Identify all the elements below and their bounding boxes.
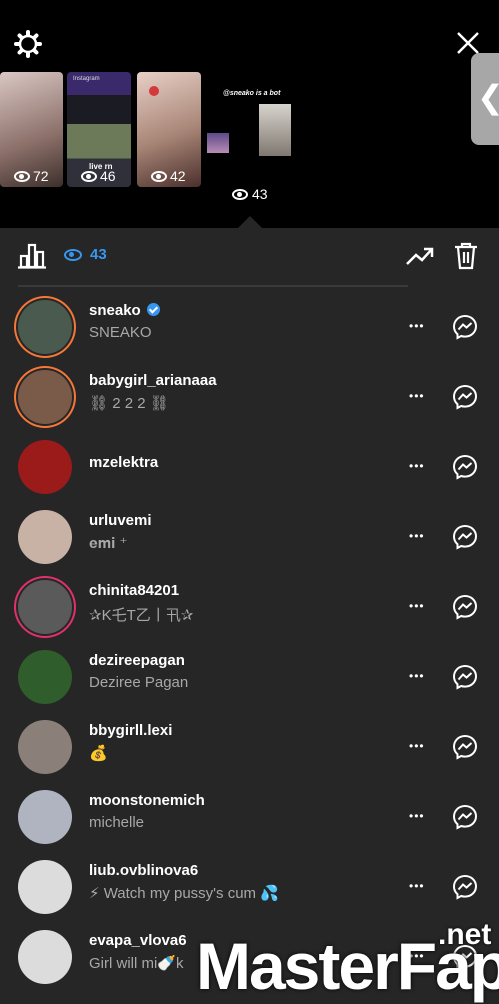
- viewer-fullname: ✰K乇T乙丨卂✰: [89, 607, 194, 624]
- thumbnail-caption: @sneako is a bot: [223, 90, 281, 97]
- more-options-icon[interactable]: •••: [409, 530, 425, 542]
- story-viewer-header: 72 Instagram live rn 46 42 @sneako is a …: [0, 0, 499, 228]
- insights-bar-chart-icon[interactable]: [18, 243, 46, 269]
- flower-decoration: [149, 86, 159, 96]
- more-options-icon[interactable]: •••: [409, 810, 425, 822]
- viewer-fullname: michelle: [89, 814, 145, 831]
- gear-icon[interactable]: [14, 30, 42, 58]
- viewer-username[interactable]: dezireepagan: [89, 652, 185, 669]
- viewer-username[interactable]: babygirl_arianaaa: [89, 372, 217, 389]
- avatar[interactable]: [18, 440, 72, 494]
- more-options-icon[interactable]: •••: [409, 390, 425, 402]
- selection-pointer: [238, 216, 262, 228]
- viewer-row[interactable]: sneako SNEAKO •••: [0, 292, 499, 362]
- avatar[interactable]: [18, 790, 72, 844]
- selected-story-view-count: 43: [232, 186, 268, 202]
- thumbnail-view-count: 42: [151, 168, 186, 184]
- viewer-username[interactable]: bbygirll.lexi: [89, 722, 172, 739]
- messenger-icon[interactable]: [452, 384, 478, 410]
- avatar[interactable]: [18, 370, 72, 424]
- trash-icon[interactable]: [454, 242, 478, 270]
- viewer-fullname: Girl will mi🍼k: [89, 955, 184, 972]
- avatar[interactable]: [18, 720, 72, 774]
- verified-badge-icon: [146, 303, 160, 316]
- story-thumbnail-selected[interactable]: @sneako is a bot: [203, 88, 295, 160]
- chevron-left-icon: ❮: [477, 81, 499, 113]
- avatar[interactable]: [18, 510, 72, 564]
- story-thumbnail[interactable]: 42: [137, 72, 201, 187]
- viewer-row[interactable]: urluvemi 𝐞𝐦𝐢 ⁺ •••: [0, 502, 499, 572]
- avatar[interactable]: [18, 860, 72, 914]
- viewer-row[interactable]: moonstonemich michelle •••: [0, 782, 499, 852]
- messenger-icon[interactable]: [452, 664, 478, 690]
- thumbnail-view-count: 46: [81, 168, 116, 184]
- side-panel-tab[interactable]: ❮: [471, 53, 499, 145]
- eye-icon: [14, 170, 30, 182]
- avatar[interactable]: [18, 650, 72, 704]
- messenger-icon[interactable]: [452, 804, 478, 830]
- viewer-username[interactable]: liub.ovblinova6: [89, 862, 198, 879]
- messenger-icon[interactable]: [452, 594, 478, 620]
- thumbnail-view-count: 72: [14, 168, 49, 184]
- viewer-row[interactable]: mzelektra •••: [0, 432, 499, 502]
- viewers-tab[interactable]: 43: [64, 246, 107, 263]
- viewer-row[interactable]: bbygirll.lexi 💰 •••: [0, 712, 499, 782]
- more-options-icon[interactable]: •••: [409, 600, 425, 612]
- viewer-row[interactable]: babygirl_arianaaa ⛓ 2 2 2 ⛓ •••: [0, 362, 499, 432]
- eye-icon: [81, 170, 97, 182]
- viewer-row[interactable]: liub.ovblinova6 ⚡ Watch my pussy's cum 💦 •…: [0, 852, 499, 922]
- thumbnail-photo: [207, 133, 229, 153]
- story-thumbnail[interactable]: 72: [0, 72, 63, 187]
- thumbnail-header-text: Instagram: [73, 76, 100, 82]
- more-options-icon[interactable]: •••: [409, 320, 425, 332]
- watermark-suffix: .net: [438, 918, 492, 951]
- viewer-row[interactable]: dezireepagan Deziree Pagan •••: [0, 642, 499, 712]
- eye-icon: [64, 248, 82, 261]
- avatar[interactable]: [18, 930, 72, 984]
- avatar[interactable]: [18, 580, 72, 634]
- viewer-username[interactable]: moonstonemich: [89, 792, 205, 809]
- viewer-username[interactable]: urluvemi: [89, 512, 152, 529]
- messenger-icon[interactable]: [452, 874, 478, 900]
- viewer-fullname: ⚡ Watch my pussy's cum 💦: [89, 885, 279, 902]
- messenger-icon[interactable]: [452, 454, 478, 480]
- eye-icon: [232, 188, 248, 200]
- viewer-username[interactable]: mzelektra: [89, 454, 158, 471]
- messenger-icon[interactable]: [452, 314, 478, 340]
- viewer-fullname: Deziree Pagan: [89, 674, 189, 691]
- eye-icon: [151, 170, 167, 182]
- viewer-fullname: 💰: [89, 745, 108, 762]
- trending-up-icon[interactable]: [405, 244, 435, 268]
- viewer-username[interactable]: sneako: [89, 302, 160, 319]
- messenger-icon[interactable]: [452, 734, 478, 760]
- more-options-icon[interactable]: •••: [409, 740, 425, 752]
- avatar[interactable]: [18, 300, 72, 354]
- viewer-row[interactable]: chinita84201 ✰K乇T乙丨卂✰ •••: [0, 572, 499, 642]
- more-options-icon[interactable]: •••: [409, 460, 425, 472]
- viewer-username[interactable]: evapa_vlova6: [89, 932, 187, 949]
- more-options-icon[interactable]: •••: [409, 880, 425, 892]
- thumbnail-photo: [259, 104, 291, 156]
- story-thumbnail[interactable]: Instagram live rn 46: [67, 72, 131, 187]
- viewer-fullname: ⛓ 2 2 2 ⛓: [89, 395, 169, 412]
- divider: [18, 285, 408, 287]
- more-options-icon[interactable]: •••: [409, 670, 425, 682]
- viewer-fullname: 𝐞𝐦𝐢 ⁺: [89, 535, 128, 552]
- messenger-icon[interactable]: [452, 524, 478, 550]
- viewer-fullname: SNEAKO: [89, 324, 152, 341]
- viewer-username[interactable]: chinita84201: [89, 582, 179, 599]
